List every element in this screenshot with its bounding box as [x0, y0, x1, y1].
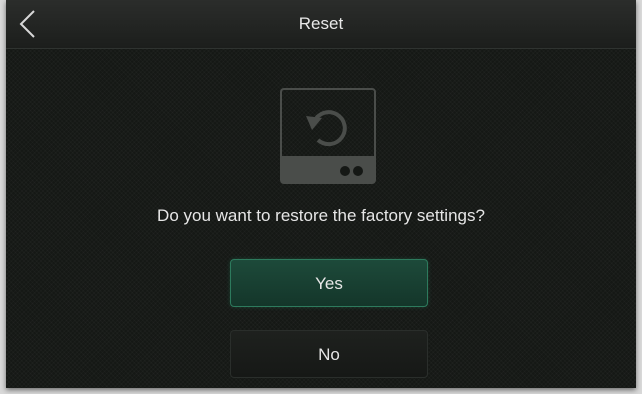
- page-title: Reset: [298, 14, 344, 33]
- chevron-left-icon: [19, 10, 35, 38]
- yes-button[interactable]: Yes: [230, 259, 428, 307]
- confirm-prompt: Do you want to restore the factory setti…: [157, 206, 485, 225]
- screen: Reset Do you want to restore the factory…: [6, 0, 636, 388]
- back-button[interactable]: [6, 0, 54, 48]
- factory-reset-device-icon: [280, 88, 376, 184]
- title-bar: Reset: [6, 0, 636, 49]
- no-button[interactable]: No: [230, 330, 428, 378]
